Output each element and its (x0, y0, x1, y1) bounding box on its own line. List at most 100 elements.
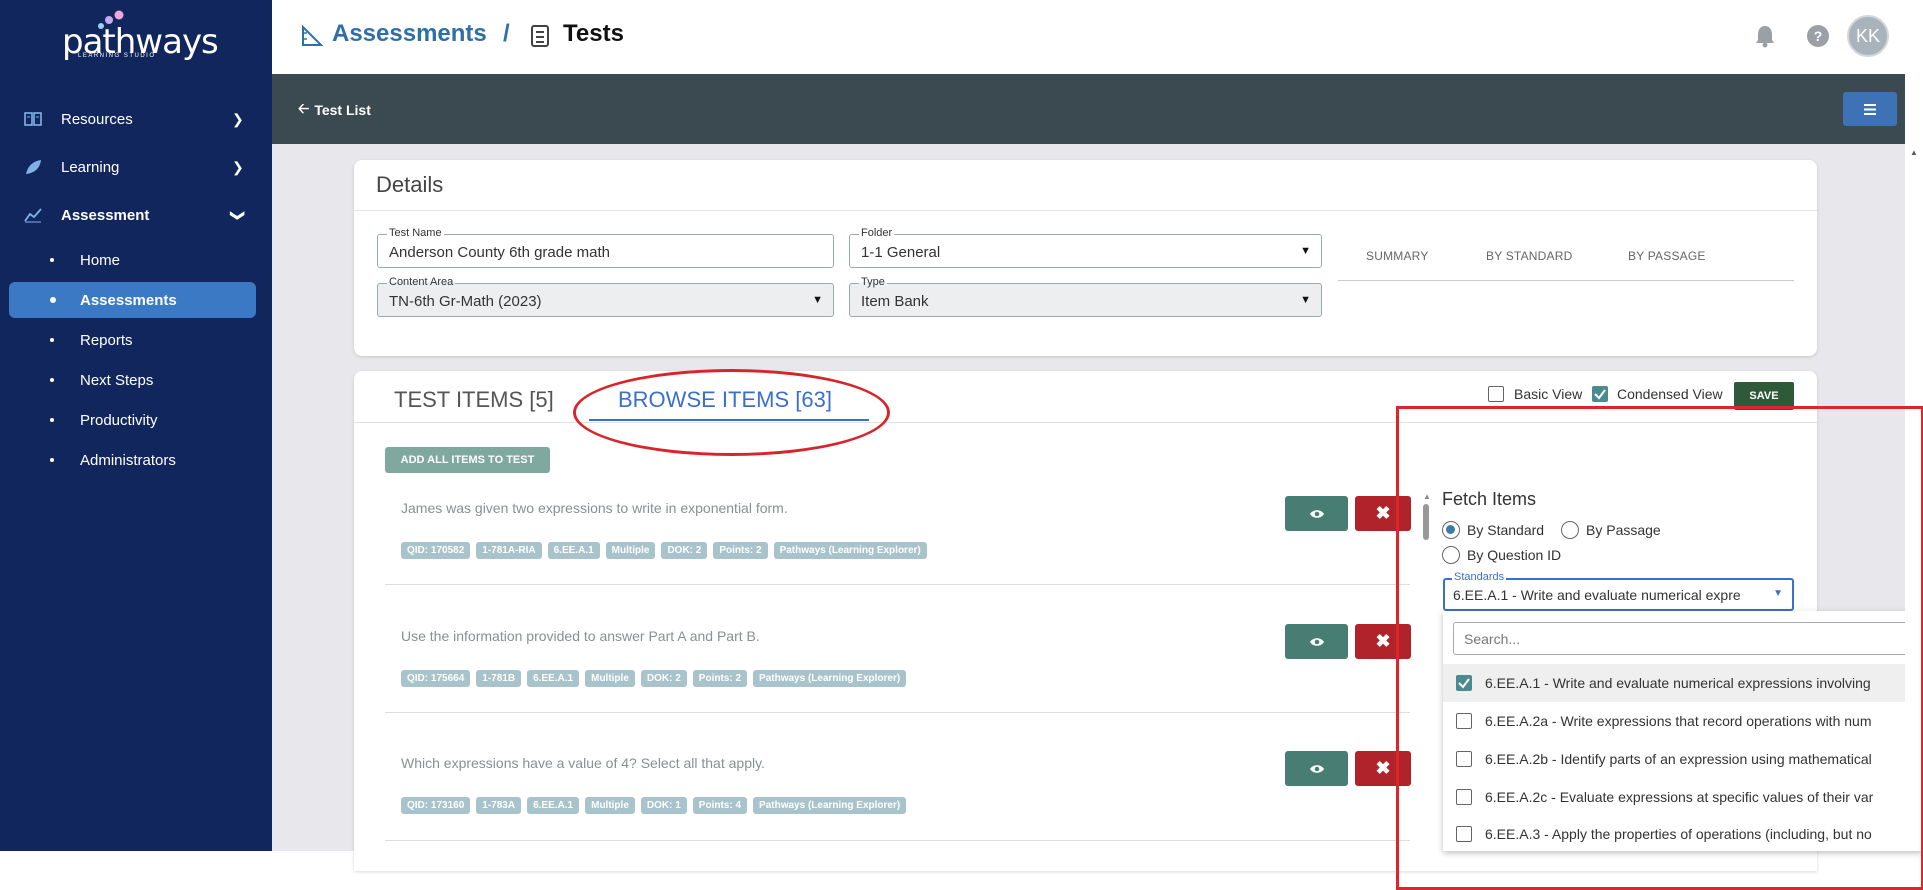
remove-item-button[interactable]: ✖ (1355, 496, 1411, 531)
scroll-up-icon: ▲ (1423, 492, 1431, 501)
items-scrollbar[interactable]: ▲ (1422, 492, 1431, 552)
source-tag: Pathways (Learning Explorer) (753, 670, 907, 687)
hamburger-icon (1864, 103, 1876, 115)
standard-option[interactable]: 6.EE.A.2a - Write expressions that recor… (1443, 702, 1923, 740)
sidebar-subitem-label: Assessments (80, 291, 177, 309)
sidebar: pathways LEARNING STUDIO Resources ❯ Lea… (0, 0, 272, 851)
preview-item-button[interactable] (1285, 496, 1348, 531)
standard-option[interactable]: 6.EE.A.2c - Evaluate expressions at spec… (1443, 778, 1923, 816)
type-select[interactable]: Type Item Bank ▼ (849, 276, 1322, 317)
qid-tag: QID: 175664 (401, 670, 471, 687)
close-icon: ✖ (1375, 631, 1391, 651)
option-checkbox[interactable] (1456, 789, 1472, 805)
standard-option[interactable]: 6.EE.A.2b - Identify parts of an express… (1443, 740, 1923, 778)
by-question-id-radio[interactable] (1442, 546, 1460, 564)
tab-by-passage[interactable]: BY PASSAGE (1628, 249, 1706, 263)
page-toolbar: 🡠 Test List (272, 74, 1905, 144)
sidebar-subitem-administrators[interactable]: Administrators (0, 442, 272, 478)
remove-item-button[interactable]: ✖ (1355, 751, 1411, 786)
back-link-label: Test List (314, 102, 371, 118)
close-icon: ✖ (1375, 758, 1391, 778)
option-label: 6.EE.A.2c - Evaluate expressions at spec… (1485, 789, 1874, 805)
condensed-view-checkbox[interactable] (1592, 386, 1608, 402)
preview-item-button[interactable] (1285, 624, 1348, 659)
leaf-icon (24, 159, 42, 175)
dok-tag: DOK: 2 (661, 542, 708, 559)
sidebar-subitem-reports[interactable]: Reports (0, 322, 272, 358)
add-all-items-button[interactable]: ADD ALL ITEMS TO TEST (385, 447, 550, 473)
item-question: Which expressions have a value of 4? Sel… (401, 755, 765, 771)
menu-button[interactable] (1843, 92, 1897, 126)
divider (385, 712, 1410, 713)
standard-option[interactable]: 6.EE.A.1 - Write and evaluate numerical … (1443, 664, 1923, 702)
breadcrumb-assessments-link[interactable]: Assessments (332, 20, 487, 48)
eye-icon (1309, 509, 1324, 518)
sidebar-item-assessment[interactable]: Assessment ❯ (0, 195, 272, 235)
sidebar-subitem-label: Administrators (80, 451, 176, 469)
sidebar-subitem-label: Reports (80, 331, 133, 349)
sidebar-subitem-next-steps[interactable]: Next Steps (0, 362, 272, 398)
option-label: 6.EE.A.2b - Identify parts of an express… (1485, 751, 1872, 767)
fetch-items-title: Fetch Items (1442, 489, 1537, 509)
details-title: Details (376, 172, 444, 197)
standards-select[interactable]: Standards 6.EE.A.1 - Write and evaluate … (1443, 571, 1794, 611)
by-passage-radio[interactable] (1561, 521, 1579, 539)
book-icon (24, 111, 42, 127)
close-icon: ✖ (1375, 503, 1391, 523)
remove-item-button[interactable]: ✖ (1355, 624, 1411, 659)
breadcrumb-separator: / (503, 20, 510, 47)
tab-summary[interactable]: SUMMARY (1366, 249, 1429, 263)
qid-tag: QID: 170582 (401, 542, 471, 559)
option-checkbox[interactable] (1456, 825, 1472, 842)
type-label: Type (859, 276, 887, 288)
save-button[interactable]: SAVE (1734, 382, 1794, 410)
qid-tag: QID: 173160 (401, 797, 471, 814)
standards-value: 6.EE.A.1 - Write and evaluate numerical … (1453, 587, 1741, 603)
content-area-select[interactable]: Content Area TN-6th Gr-Math (2023) ▼ (377, 276, 834, 317)
option-checkbox[interactable] (1456, 751, 1472, 767)
help-icon[interactable]: ? (1806, 24, 1830, 48)
source-tag: Pathways (Learning Explorer) (753, 797, 907, 814)
sidebar-item-resources[interactable]: Resources ❯ (0, 99, 272, 139)
preview-item-button[interactable] (1285, 751, 1348, 786)
tab-by-standard[interactable]: BY STANDARD (1486, 249, 1572, 263)
scrollbar-thumb[interactable] (1423, 504, 1429, 540)
folder-label: Folder (859, 227, 895, 239)
page-scrollbar[interactable]: ▲ (1905, 144, 1923, 851)
sidebar-item-label: Learning (61, 158, 120, 176)
by-standard-radio[interactable] (1442, 521, 1460, 539)
sidebar-subitem-home[interactable]: Home (0, 242, 272, 278)
sidebar-subitem-productivity[interactable]: Productivity (0, 402, 272, 438)
test-name-value: Anderson County 6th grade math (389, 244, 610, 261)
avatar[interactable]: KK (1847, 15, 1889, 57)
svg-text:?: ? (1814, 28, 1823, 44)
source-tag: Pathways (Learning Explorer) (773, 542, 927, 559)
divider (385, 584, 1410, 585)
item-question: James was given two expressions to write… (401, 500, 788, 516)
page-title: Tests (563, 20, 624, 47)
standard-option[interactable]: 6.EE.A.3 - Apply the properties of opera… (1443, 816, 1923, 851)
tab-test-items[interactable]: TEST ITEMS [5] (394, 387, 554, 413)
bullet-icon (50, 458, 54, 462)
basic-view-checkbox[interactable] (1488, 386, 1504, 402)
tab-browse-items[interactable]: BROWSE ITEMS [63] (618, 387, 832, 413)
item-tags: QID: 170582 1-781A-RIA 6.EE.A.1 Multiple… (401, 542, 933, 559)
option-checkbox[interactable] (1456, 713, 1472, 729)
bullet-icon (50, 418, 54, 422)
item-tags: QID: 173160 1-783A 6.EE.A.1 Multiple DOK… (401, 797, 912, 814)
standard-tag: 6.EE.A.1 (547, 542, 600, 559)
test-name-input[interactable]: Test Name Anderson County 6th grade math (377, 227, 834, 268)
bullet-icon (50, 297, 56, 303)
sidebar-subitem-assessments[interactable]: Assessments (9, 282, 256, 318)
eye-icon (1309, 637, 1324, 646)
option-checkbox[interactable] (1456, 675, 1472, 691)
chevron-right-icon: ❯ (232, 158, 244, 175)
back-to-test-list-link[interactable]: 🡠 Test List (298, 98, 371, 122)
bell-icon[interactable] (1754, 24, 1776, 48)
dok-tag: DOK: 2 (640, 670, 687, 687)
standards-label: Standards (1452, 571, 1507, 583)
standards-search-input[interactable]: Search... (1453, 622, 1923, 655)
sidebar-item-learning[interactable]: Learning ❯ (0, 147, 272, 187)
folder-select[interactable]: Folder 1-1 General ▼ (849, 227, 1322, 268)
by-passage-label: By Passage (1586, 522, 1661, 538)
